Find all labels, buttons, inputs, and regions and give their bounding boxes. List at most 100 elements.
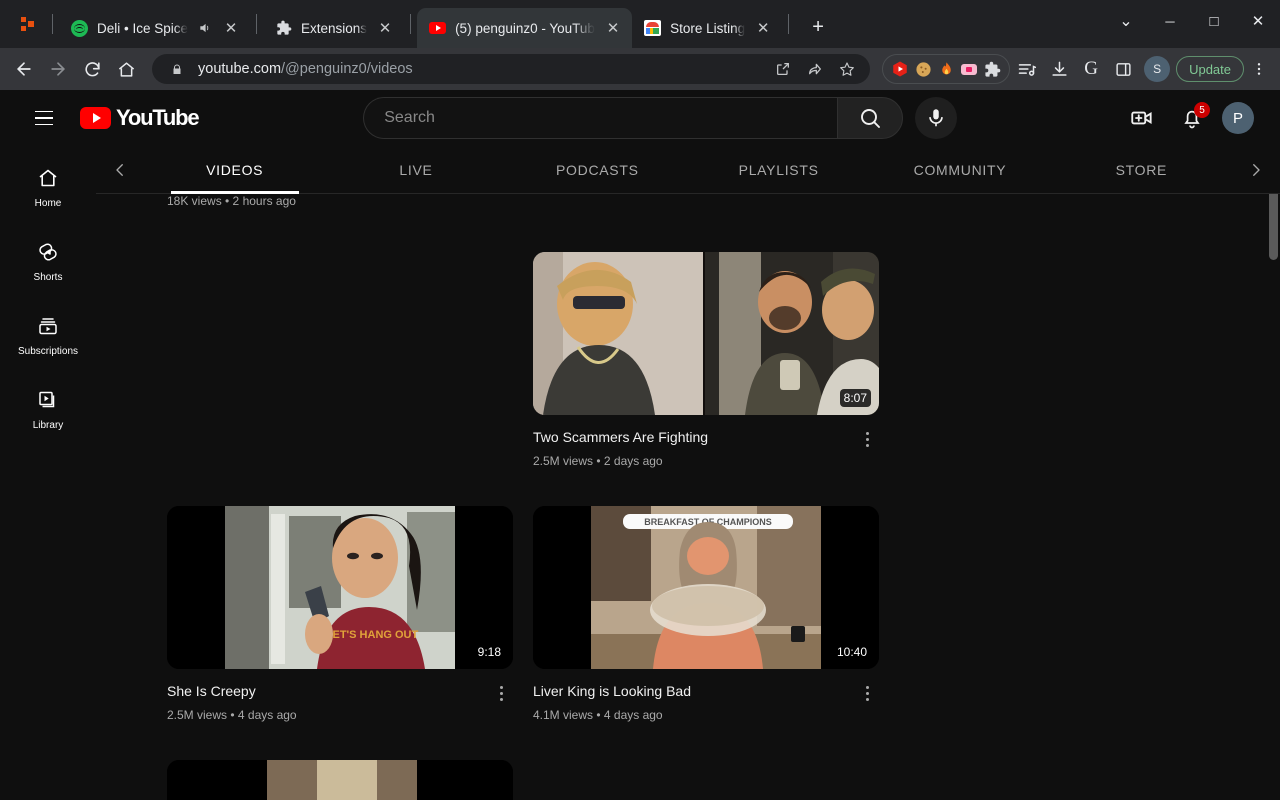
video-card-she-is-creepy[interactable]: LET'S HANG OUT 9:18 She Is Creepy 2.5M v… — [167, 506, 513, 724]
browser-tab-store-listing[interactable]: Store Listing ✕ — [632, 8, 782, 48]
browser-window: Deli • Ice Spice ✕ Extensions ✕ (5) peng… — [0, 0, 1280, 800]
cookie-extension-icon[interactable] — [913, 59, 933, 79]
youtube-icon — [429, 20, 447, 37]
thumbnail-art-woman-with-phone: LET'S HANG OUT — [167, 506, 513, 669]
update-button[interactable]: Update — [1176, 56, 1244, 82]
chrome-webstore-icon — [644, 20, 662, 37]
sidebar-label: Library — [32, 419, 64, 431]
sidebar-item-shorts[interactable]: Shorts — [0, 224, 96, 298]
video-thumbnail[interactable] — [167, 760, 513, 800]
search-icon[interactable] — [837, 97, 904, 139]
side-panel-icon[interactable] — [1108, 54, 1138, 84]
video-title[interactable]: She Is Creepy — [167, 681, 481, 701]
tab-separator — [256, 14, 258, 34]
home-button[interactable] — [110, 53, 142, 85]
tab-title: (5) penguinz0 - YouTube — [455, 20, 596, 36]
tab-playlists[interactable]: PLAYLISTS — [688, 146, 869, 194]
browser-tab-youtube[interactable]: (5) penguinz0 - YouTube ✕ — [417, 8, 633, 48]
video-text: Liver King is Looking Bad 4.1M views • 4… — [533, 681, 847, 724]
url-text: youtube.com/@penguinz0/videos — [198, 61, 762, 77]
video-thumbnail[interactable]: 8:07 — [533, 252, 879, 415]
sidebar-item-library[interactable]: Library — [0, 372, 96, 446]
fire-extension-icon[interactable] — [936, 59, 956, 79]
sidebar-label: Home — [34, 197, 62, 209]
create-video-icon[interactable] — [1122, 98, 1162, 138]
profile-avatar[interactable]: S — [1144, 56, 1171, 82]
three-dot-menu-icon[interactable] — [1246, 61, 1272, 77]
browser-tab-spotify[interactable]: Deli • Ice Spice ✕ — [59, 8, 250, 48]
queue-music-icon[interactable] — [1012, 54, 1042, 84]
star-icon[interactable] — [836, 58, 858, 80]
sidebar-item-subscriptions[interactable]: Subscriptions — [0, 298, 96, 372]
video-card-liver-king[interactable]: BREAKFAST OF CHAMPIONS — [533, 506, 879, 724]
youtube-logo[interactable]: YouTube — [80, 105, 200, 131]
video-subtitle: 18K views • 2 hours ago — [167, 194, 296, 208]
search-area: Search — [198, 97, 1122, 139]
browser-brand-icon[interactable] — [10, 0, 46, 48]
microphone-icon[interactable] — [915, 97, 958, 139]
spotify-icon — [71, 19, 88, 37]
youtube-logo-text: YouTube — [116, 105, 200, 130]
video-row-3-partial — [96, 760, 1280, 800]
chevron-down-icon[interactable]: ⌄ — [1104, 3, 1148, 39]
google-account-icon[interactable]: G — [1076, 54, 1106, 84]
tab-live[interactable]: LIVE — [325, 146, 506, 194]
video-text: 18K views • 2 hours ago — [167, 194, 513, 210]
speaker-icon[interactable] — [197, 20, 213, 36]
video-options-icon[interactable] — [489, 681, 513, 705]
page-scrollbar[interactable] — [1266, 90, 1280, 800]
video-options-icon[interactable] — [855, 681, 879, 705]
youtube-extension-icon[interactable] — [890, 59, 910, 79]
back-button[interactable] — [8, 53, 40, 85]
video-options-icon[interactable] — [855, 427, 879, 451]
library-icon — [36, 388, 60, 415]
address-bar[interactable]: youtube.com/@penguinz0/videos — [152, 54, 871, 84]
video-meta: 18K views • 2 hours ago — [167, 194, 513, 210]
tab-store[interactable]: STORE — [1051, 146, 1232, 194]
tab-community[interactable]: COMMUNITY — [869, 146, 1050, 194]
forward-button[interactable] — [42, 53, 74, 85]
video-thumbnail[interactable]: BREAKFAST OF CHAMPIONS — [533, 506, 879, 669]
share-icon[interactable] — [804, 58, 826, 80]
url-domain: youtube.com — [198, 61, 282, 77]
reload-button[interactable] — [76, 53, 108, 85]
close-icon[interactable]: ✕ — [604, 19, 622, 37]
search-input[interactable]: Search — [363, 97, 838, 139]
minimize-button[interactable]: ─ — [1148, 3, 1192, 39]
video-subtitle: 4.1M views • 4 days ago — [533, 708, 663, 722]
video-card-next-partial[interactable] — [167, 760, 513, 800]
hamburger-menu-icon[interactable] — [24, 98, 64, 138]
close-icon[interactable]: ✕ — [754, 19, 772, 37]
puzzle-piece-icon — [275, 20, 292, 37]
video-card-two-scammers[interactable]: 8:07 Two Scammers Are Fighting 2.5M view… — [533, 252, 879, 470]
extension-pill — [882, 54, 1011, 84]
mini-sidebar: Home Shorts Subscriptions Library — [0, 146, 96, 800]
close-icon[interactable]: ✕ — [222, 19, 240, 37]
tab-separator — [788, 14, 790, 34]
close-icon[interactable]: ✕ — [376, 19, 394, 37]
chevron-left-icon[interactable] — [96, 146, 144, 194]
video-thumbnail[interactable]: LET'S HANG OUT 9:18 — [167, 506, 513, 669]
avatar[interactable]: P — [1222, 102, 1254, 134]
bell-icon[interactable]: 5 — [1172, 98, 1212, 138]
video-meta: Two Scammers Are Fighting 2.5M views • 2… — [533, 415, 879, 470]
maximize-button[interactable]: □ — [1192, 3, 1236, 39]
browser-toolbar: youtube.com/@penguinz0/videos G S Update — [0, 48, 1280, 90]
sidebar-item-home[interactable]: Home — [0, 150, 96, 224]
tab-videos[interactable]: VIDEOS — [144, 146, 325, 194]
open-in-new-icon[interactable] — [772, 58, 794, 80]
chevron-right-icon[interactable] — [1232, 146, 1280, 194]
puzzle-extensions-icon[interactable] — [982, 59, 1002, 79]
close-window-button[interactable]: ✕ — [1236, 3, 1280, 39]
header-actions: 5 P — [1122, 98, 1254, 138]
new-tab-button[interactable]: + — [803, 12, 833, 42]
download-icon[interactable] — [1044, 54, 1074, 84]
video-title[interactable]: Two Scammers Are Fighting — [533, 427, 847, 447]
video-card-partial[interactable]: 18K views • 2 hours ago — [167, 194, 513, 210]
pink-extension-icon[interactable] — [959, 59, 979, 79]
browser-tab-extensions[interactable]: Extensions ✕ — [263, 8, 404, 48]
video-meta: Liver King is Looking Bad 4.1M views • 4… — [533, 669, 879, 724]
search-box: Search — [363, 97, 904, 139]
video-title[interactable]: Liver King is Looking Bad — [533, 681, 847, 701]
tab-podcasts[interactable]: PODCASTS — [507, 146, 688, 194]
